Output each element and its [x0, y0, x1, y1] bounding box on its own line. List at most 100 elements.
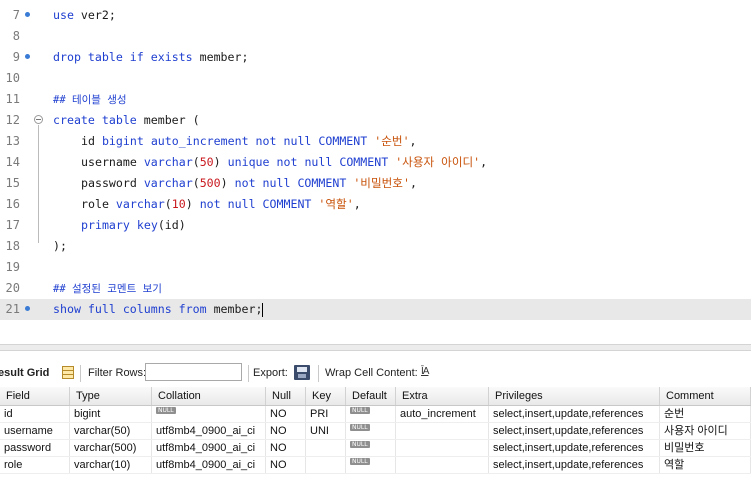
editor-line[interactable]: 15 password varchar(500) not null COMMENT…	[0, 173, 751, 194]
editor-line[interactable]: 19	[0, 257, 751, 278]
table-row[interactable]: password varchar(500) utf8mb4_0900_ai_ci NO…	[0, 440, 751, 457]
export-label: Export:	[253, 367, 288, 379]
fold-guide-line	[38, 125, 39, 243]
code-text: drop table if exists member;	[53, 50, 249, 64]
cell-collation[interactable]: utf8mb4_0900_ai_ci	[152, 457, 266, 473]
cell-null[interactable]: NO	[266, 457, 306, 473]
cell-default[interactable]: NULL	[346, 423, 396, 439]
column-header-field[interactable]: Field	[0, 387, 70, 405]
cell-collation[interactable]: utf8mb4_0900_ai_ci	[152, 440, 266, 456]
editor-current-line[interactable]: 21 show full columns from member;	[0, 299, 751, 320]
column-header-comment[interactable]: Comment	[660, 387, 751, 405]
null-badge: NULL	[156, 407, 176, 414]
editor-line[interactable]: 11 ## 테이블 생성	[0, 89, 751, 110]
editor-line[interactable]: 16 role varchar(10) not null COMMENT '역할'…	[0, 194, 751, 215]
cell-type[interactable]: varchar(50)	[70, 423, 152, 439]
cell-privileges[interactable]: select,insert,update,references	[489, 406, 660, 422]
filter-rows-input[interactable]	[145, 363, 242, 381]
code-text: id bigint auto_increment not null COMMEN…	[81, 134, 417, 148]
table-row[interactable]: role varchar(10) utf8mb4_0900_ai_ci NO NULL s…	[0, 457, 751, 474]
export-icon[interactable]	[294, 365, 310, 380]
editor-line[interactable]: 18);	[0, 236, 751, 257]
line-number: 18	[5, 239, 20, 253]
cell-null[interactable]: NO	[266, 406, 306, 422]
column-header-default[interactable]: Default	[346, 387, 396, 405]
cell-null[interactable]: NO	[266, 440, 306, 456]
line-number: 17	[5, 218, 20, 232]
cell-collation[interactable]: utf8mb4_0900_ai_ci	[152, 423, 266, 439]
code-text: ## 설정된 코멘트 보기	[53, 283, 162, 295]
wrap-cell-content-icon[interactable]: ĪA	[421, 366, 430, 377]
filter-rows-label: Filter Rows:	[88, 367, 147, 379]
cell-comment[interactable]: 순번	[660, 406, 751, 422]
cell-field[interactable]: id	[0, 406, 70, 422]
cell-key[interactable]	[306, 440, 346, 456]
panel-splitter[interactable]	[0, 344, 751, 351]
code-text: create table member (	[53, 113, 200, 127]
column-header-collation[interactable]: Collation	[152, 387, 266, 405]
cell-collation[interactable]: NULL	[152, 406, 266, 422]
null-badge: NULL	[350, 424, 370, 431]
code-text: role varchar(10) not null COMMENT '역할',	[81, 197, 361, 211]
sql-editor[interactable]: 7 use ver2; 8 9 drop table if exists member;…	[0, 0, 751, 330]
table-row[interactable]: username varchar(50) utf8mb4_0900_ai_ci NO U…	[0, 423, 751, 440]
result-grid-tab[interactable]: esult Grid	[0, 367, 49, 379]
cell-key[interactable]: UNI	[306, 423, 346, 439]
cell-privileges[interactable]: select,insert,update,references	[489, 457, 660, 473]
result-toolbar: esult Grid Filter Rows: Export: Wrap Cel…	[0, 362, 751, 384]
cell-field[interactable]: username	[0, 423, 70, 439]
statement-marker-icon	[25, 306, 30, 311]
cell-privileges[interactable]: select,insert,update,references	[489, 423, 660, 439]
cell-null[interactable]: NO	[266, 423, 306, 439]
editor-line[interactable]: 9 drop table if exists member;	[0, 47, 751, 68]
cell-privileges[interactable]: select,insert,update,references	[489, 440, 660, 456]
line-number: 9	[12, 50, 20, 64]
line-number: 12	[5, 113, 20, 127]
grid-view-icon[interactable]	[62, 366, 74, 379]
line-number: 11	[5, 92, 20, 106]
line-number: 10	[5, 71, 20, 85]
editor-line[interactable]: 8	[0, 26, 751, 47]
line-number: 7	[12, 8, 20, 22]
cell-default[interactable]: NULL	[346, 440, 396, 456]
text-cursor	[262, 302, 264, 317]
column-header-extra[interactable]: Extra	[396, 387, 489, 405]
column-header-key[interactable]: Key	[306, 387, 346, 405]
cell-default[interactable]: NULL	[346, 457, 396, 473]
line-number: 13	[5, 134, 20, 148]
cell-comment[interactable]: 비밀번호	[660, 440, 751, 456]
cell-extra[interactable]: auto_increment	[396, 406, 489, 422]
wrap-cell-content-label: Wrap Cell Content:	[325, 367, 418, 379]
editor-line[interactable]: 10	[0, 68, 751, 89]
editor-line[interactable]: 20 ## 설정된 코멘트 보기	[0, 278, 751, 299]
editor-line[interactable]: 17 primary key(id)	[0, 215, 751, 236]
editor-line[interactable]: 12 create table member (	[0, 110, 751, 131]
table-row[interactable]: id bigint NULL NO PRI NULL auto_increment selec…	[0, 406, 751, 423]
editor-line[interactable]: 13 id bigint auto_increment not null COMM…	[0, 131, 751, 152]
cell-type[interactable]: varchar(500)	[70, 440, 152, 456]
cell-field[interactable]: role	[0, 457, 70, 473]
cell-type[interactable]: varchar(10)	[70, 457, 152, 473]
null-badge: NULL	[350, 441, 370, 448]
cell-field[interactable]: password	[0, 440, 70, 456]
cell-default[interactable]: NULL	[346, 406, 396, 422]
cell-type[interactable]: bigint	[70, 406, 152, 422]
cell-comment[interactable]: 역할	[660, 457, 751, 473]
line-number: 16	[5, 197, 20, 211]
cell-extra[interactable]	[396, 440, 489, 456]
line-number: 19	[5, 260, 20, 274]
fold-toggle-icon[interactable]	[34, 115, 43, 124]
column-header-type[interactable]: Type	[70, 387, 152, 405]
code-text: username varchar(50) unique not null COM…	[81, 155, 488, 169]
editor-line[interactable]: 7 use ver2;	[0, 5, 751, 26]
cell-key[interactable]	[306, 457, 346, 473]
code-text: use ver2;	[53, 8, 116, 22]
cell-extra[interactable]	[396, 457, 489, 473]
column-header-null[interactable]: Null	[266, 387, 306, 405]
cell-extra[interactable]	[396, 423, 489, 439]
column-header-privileges[interactable]: Privileges	[489, 387, 660, 405]
cell-comment[interactable]: 사용자 아이디	[660, 423, 751, 439]
cell-key[interactable]: PRI	[306, 406, 346, 422]
code-text: primary key(id)	[81, 218, 186, 232]
editor-line[interactable]: 14 username varchar(50) unique not null C…	[0, 152, 751, 173]
